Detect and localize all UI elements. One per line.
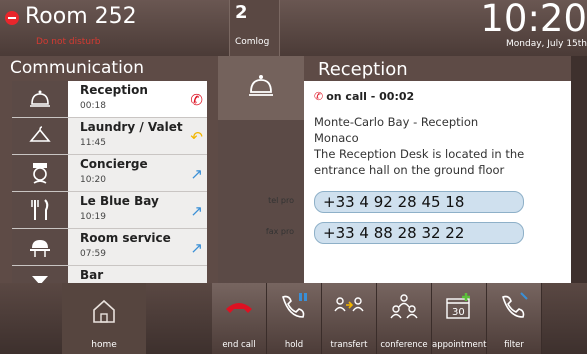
conference-button[interactable]: conference	[377, 283, 432, 354]
return-arrow-icon: ↶	[190, 128, 203, 146]
list-item-laundry[interactable]: Laundry / Valet 11:45 ↶	[12, 118, 207, 155]
communication-panel: Communication Reception 00:18 ✆ Laundry …	[0, 56, 218, 283]
contact-list[interactable]: Reception 00:18 ✆ Laundry / Valet 11:45 …	[12, 81, 207, 283]
item-time: 11:45	[80, 138, 106, 148]
end-call-label: end call	[222, 340, 256, 350]
call-actions: end call hold transfert conference 30 ap…	[212, 283, 587, 354]
transfer-button[interactable]: transfert	[322, 283, 377, 354]
info-line-3: The Reception Desk is located in the ent…	[314, 147, 525, 177]
contact-detail-panel: Reception ✆ on call - 00:02 Monte-Carlo B…	[266, 56, 571, 283]
on-call-text: on call - 00:02	[326, 90, 415, 103]
contact-info: Monte-Carlo Bay - Reception Monaco The R…	[314, 114, 569, 178]
detail-content: ✆ on call - 00:02 Monte-Carlo Bay - Recep…	[266, 81, 571, 283]
right-edge	[571, 56, 587, 283]
date: Monday, July 15th	[506, 39, 587, 49]
hanger-icon	[12, 118, 68, 154]
list-item-bar[interactable]: Bar	[12, 266, 207, 283]
item-time: 10:19	[80, 212, 106, 222]
list-item-concierge[interactable]: Concierge 10:20 ↗	[12, 155, 207, 192]
home-label: home	[91, 340, 117, 350]
detail-icon-column	[218, 56, 304, 283]
notification-label: Comlog	[235, 37, 270, 47]
do-not-disturb-icon[interactable]	[5, 11, 19, 25]
transfer-label: transfert	[330, 340, 368, 350]
room-title: Room 252	[25, 4, 137, 29]
fax-label: fax pro	[265, 227, 294, 236]
hold-button[interactable]: hold	[267, 283, 322, 354]
bell-icon	[12, 81, 68, 117]
info-line-2: Monaco	[314, 131, 359, 145]
appointment-label: appointment	[432, 340, 487, 350]
detail-title: Reception	[318, 59, 408, 80]
filter-label: filter	[504, 340, 524, 350]
outgoing-arrow-icon: ↗	[190, 202, 203, 220]
cocktail-icon	[12, 266, 68, 283]
clock: 10:20	[480, 0, 587, 40]
fax-value[interactable]: +33 4 88 28 32 22	[314, 222, 524, 244]
item-time: 00:18	[80, 101, 106, 111]
comlog-notification[interactable]: 2 Comlog	[229, 0, 280, 56]
phone-red-icon: ✆	[314, 90, 324, 103]
info-line-1: Monte-Carlo Bay - Reception	[314, 115, 479, 129]
item-time: 07:59	[80, 249, 106, 259]
list-item-le-blue-bay[interactable]: Le Blue Bay 10:19 ↗	[12, 192, 207, 229]
tel-value[interactable]: +33 4 92 28 45 18	[314, 191, 524, 213]
top-bar: Room 252 Do not disturb 2 Comlog 10:20 M…	[0, 0, 587, 56]
dnd-status: Do not disturb	[36, 37, 101, 47]
item-time: 10:20	[80, 175, 106, 185]
notification-count: 2	[235, 2, 248, 23]
outgoing-arrow-icon: ↗	[190, 239, 203, 257]
phone-red-icon: ✆	[190, 91, 203, 109]
list-item-room-service[interactable]: Room service 07:59 ↗	[12, 229, 207, 266]
list-item-reception[interactable]: Reception 00:18 ✆	[12, 81, 207, 118]
home-button[interactable]: home	[62, 283, 146, 354]
hold-label: hold	[284, 340, 304, 350]
on-call-status: ✆ on call - 00:02	[314, 90, 417, 103]
item-name: Bar	[80, 268, 104, 282]
cutlery-icon	[12, 192, 68, 228]
bottom-bar: home end call hold transfert conference …	[0, 283, 587, 354]
calendar-day: 30	[452, 307, 465, 318]
appointment-button[interactable]: 30 appointment	[432, 283, 487, 354]
conference-label: conference	[380, 340, 428, 350]
item-name: Room service	[80, 231, 171, 245]
item-name: Reception	[80, 83, 148, 97]
room-service-icon	[12, 229, 68, 265]
item-name: Laundry / Valet	[80, 120, 183, 134]
concierge-icon	[12, 155, 68, 191]
panel-title: Communication	[10, 58, 144, 78]
bell-icon	[218, 56, 304, 120]
tel-label: tel pro	[268, 196, 294, 205]
item-name: Concierge	[80, 157, 148, 171]
outgoing-arrow-icon: ↗	[190, 165, 203, 183]
end-call-button[interactable]: end call	[212, 283, 267, 354]
filter-button[interactable]: filter	[487, 283, 542, 354]
item-name: Le Blue Bay	[80, 194, 159, 208]
